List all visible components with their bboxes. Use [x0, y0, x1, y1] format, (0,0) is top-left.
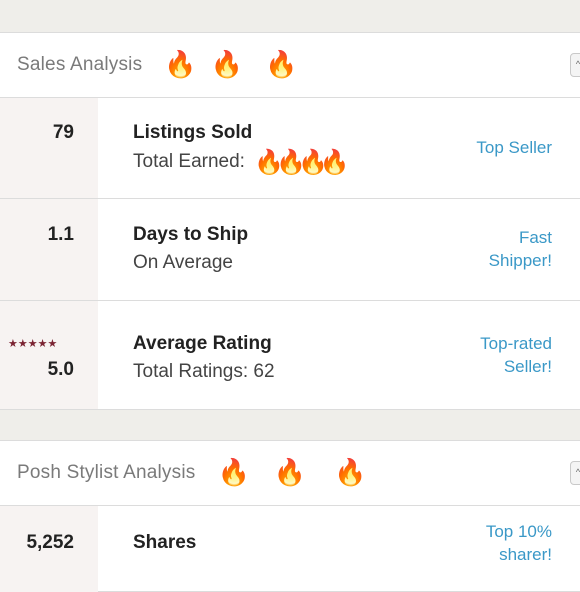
- top-sharer-badge[interactable]: Top 10% sharer!: [486, 520, 552, 566]
- total-ratings-label: Total Ratings: 62: [133, 361, 275, 382]
- shares-row: 5,252 Shares Top 10% sharer!: [0, 506, 580, 592]
- days-to-ship-label: Days to Ship: [133, 224, 249, 245]
- fire-icons: 🔥 🔥 🔥: [164, 52, 311, 78]
- listings-sold-row: 79 Listings Sold Total Earned: 🔥 🔥 🔥 🔥 T…: [0, 98, 580, 199]
- fire-icon: 🔥: [273, 458, 307, 488]
- fire-icon: 🔥: [334, 458, 367, 488]
- top-rated-seller-badge[interactable]: Top-rated Seller!: [480, 332, 552, 378]
- shares-count: 5,252: [26, 532, 74, 553]
- average-rating-row: ★★★★★ 5.0 Average Rating Total Ratings: …: [0, 301, 580, 409]
- posh-stylist-analysis-card: Posh Stylist Analysis 🔥 🔥 🔥 ^ 5,252 Shar…: [0, 440, 580, 592]
- top-seller-badge[interactable]: Top Seller: [476, 136, 552, 159]
- fire-icon: 🔥: [265, 50, 298, 80]
- total-earned-label: Total Earned:: [133, 151, 245, 173]
- fire-icon: 🔥: [319, 148, 350, 176]
- average-rating-value: 5.0: [47, 359, 74, 380]
- sales-analysis-card: Sales Analysis 🔥 🔥 🔥 ^ 79 Listings Sold …: [0, 32, 580, 410]
- collapse-button[interactable]: ^: [570, 461, 580, 485]
- total-earned-fire-icons: 🔥 🔥 🔥 🔥: [254, 150, 350, 174]
- posh-stylist-header: Posh Stylist Analysis 🔥 🔥 🔥 ^: [0, 441, 580, 506]
- posh-stylist-title: Posh Stylist Analysis: [17, 462, 196, 483]
- days-to-ship-value: 1.1: [47, 224, 74, 245]
- fire-icon: 🔥: [210, 50, 244, 80]
- rating-stars: ★★★★★: [8, 337, 58, 350]
- average-rating-label: Average Rating: [133, 333, 272, 354]
- listings-sold-label: Listings Sold: [133, 122, 253, 143]
- fire-icon: 🔥: [217, 458, 250, 488]
- listings-sold-count: 79: [52, 122, 74, 143]
- shares-label: Shares: [133, 532, 197, 553]
- fire-icon: 🔥: [164, 50, 197, 80]
- fire-icons: 🔥 🔥 🔥: [217, 460, 380, 486]
- fast-shipper-badge[interactable]: Fast Shipper!: [489, 226, 552, 272]
- sales-analysis-title: Sales Analysis: [17, 54, 143, 75]
- days-to-ship-row: 1.1 Days to Ship On Average Fast Shipper…: [0, 199, 580, 301]
- sales-analysis-header: Sales Analysis 🔥 🔥 🔥 ^: [0, 33, 580, 98]
- on-average-label: On Average: [133, 252, 234, 273]
- collapse-button[interactable]: ^: [570, 53, 580, 77]
